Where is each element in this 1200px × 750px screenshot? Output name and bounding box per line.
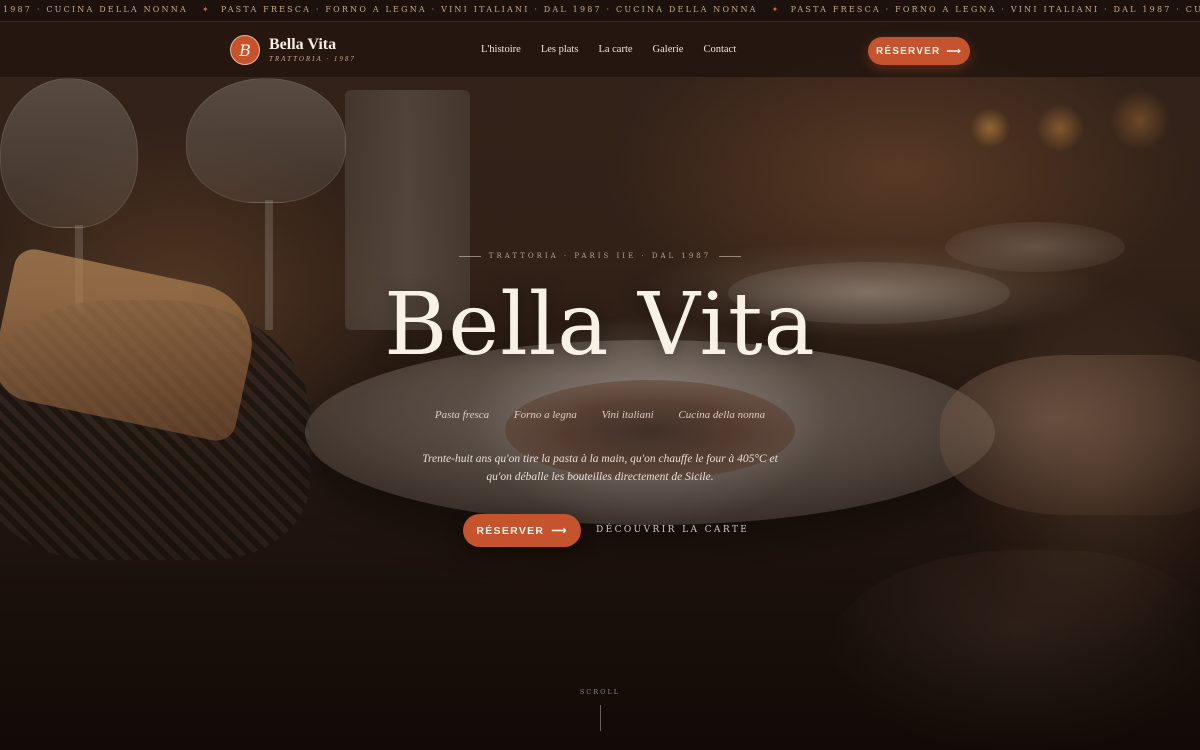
brand-subtitle: TRATTORIA · 1987 [269,55,356,63]
hero-tag: Vini italiani [601,409,654,421]
hero-tag: Cucina della nonna [678,409,766,421]
marquee-ticker: … 1987 · Cucina della nonna ✦ Pasta fresca… [0,0,1200,22]
hero-eyebrow-text: Trattoria · Paris IIe · Dal 1987 [488,252,712,260]
star-icon: ✦ [771,5,781,14]
hero-tags: Pasta fresca Forno a legna Vini italiani… [0,409,1200,421]
discover-menu-link[interactable]: Découvrir la carte [596,525,749,535]
hero-dark-overlay [0,0,1200,750]
top-navigation: B Bella Vita TRATTORIA · 1987 L'histoire… [0,22,1200,78]
nav-link-plats[interactable]: Les plats [541,44,579,55]
hero-reserve-label: RÉSERVER [476,524,545,537]
brand-logo[interactable]: B Bella Vita TRATTORIA · 1987 [230,35,356,65]
star-icon: ✦ [201,5,211,14]
brand-text: Bella Vita TRATTORIA · 1987 [269,37,356,63]
hero-eyebrow: Trattoria · Paris IIe · Dal 1987 [0,252,1200,260]
reserve-button-label: RÉSERVER [876,45,941,57]
scroll-indicator-label: SCROLL [579,688,621,696]
nav-links: L'histoire Les plats La carte Galerie Co… [481,44,756,55]
hero-tag: Pasta fresca [434,409,490,421]
ticker-segment: Pasta fresca · Forno a legna · Vini ital… [790,5,1200,14]
eyebrow-divider [719,255,742,257]
ticker-segment: … 1987 · Cucina della nonna [0,5,188,14]
brand-name: Bella Vita [269,36,337,53]
eyebrow-divider [458,255,481,257]
hero-reserve-button[interactable]: RÉSERVER ⟶ [463,514,581,547]
nav-link-galerie[interactable]: Galerie [653,44,684,55]
arrow-right-icon: ⟶ [551,524,568,537]
reserve-button[interactable]: RÉSERVER ⟶ [868,37,970,65]
hero-tag: Forno a legna [513,409,577,421]
arrow-right-icon: ⟶ [946,45,962,57]
nav-link-carte[interactable]: La carte [598,44,632,55]
scroll-indicator-line [600,705,601,731]
ticker-track: … 1987 · Cucina della nonna ✦ Pasta fresca… [0,5,1200,14]
brand-monogram-icon: B [230,35,260,65]
ticker-segment: Pasta fresca · Forno a legna · Vini ital… [220,5,758,14]
hero-description: Trente-huit ans qu'on tire la pasta à la… [422,453,778,483]
nav-link-contact[interactable]: Contact [703,44,736,55]
hero-title: Bella Vita [384,275,816,375]
nav-link-histoire[interactable]: L'histoire [481,44,521,55]
